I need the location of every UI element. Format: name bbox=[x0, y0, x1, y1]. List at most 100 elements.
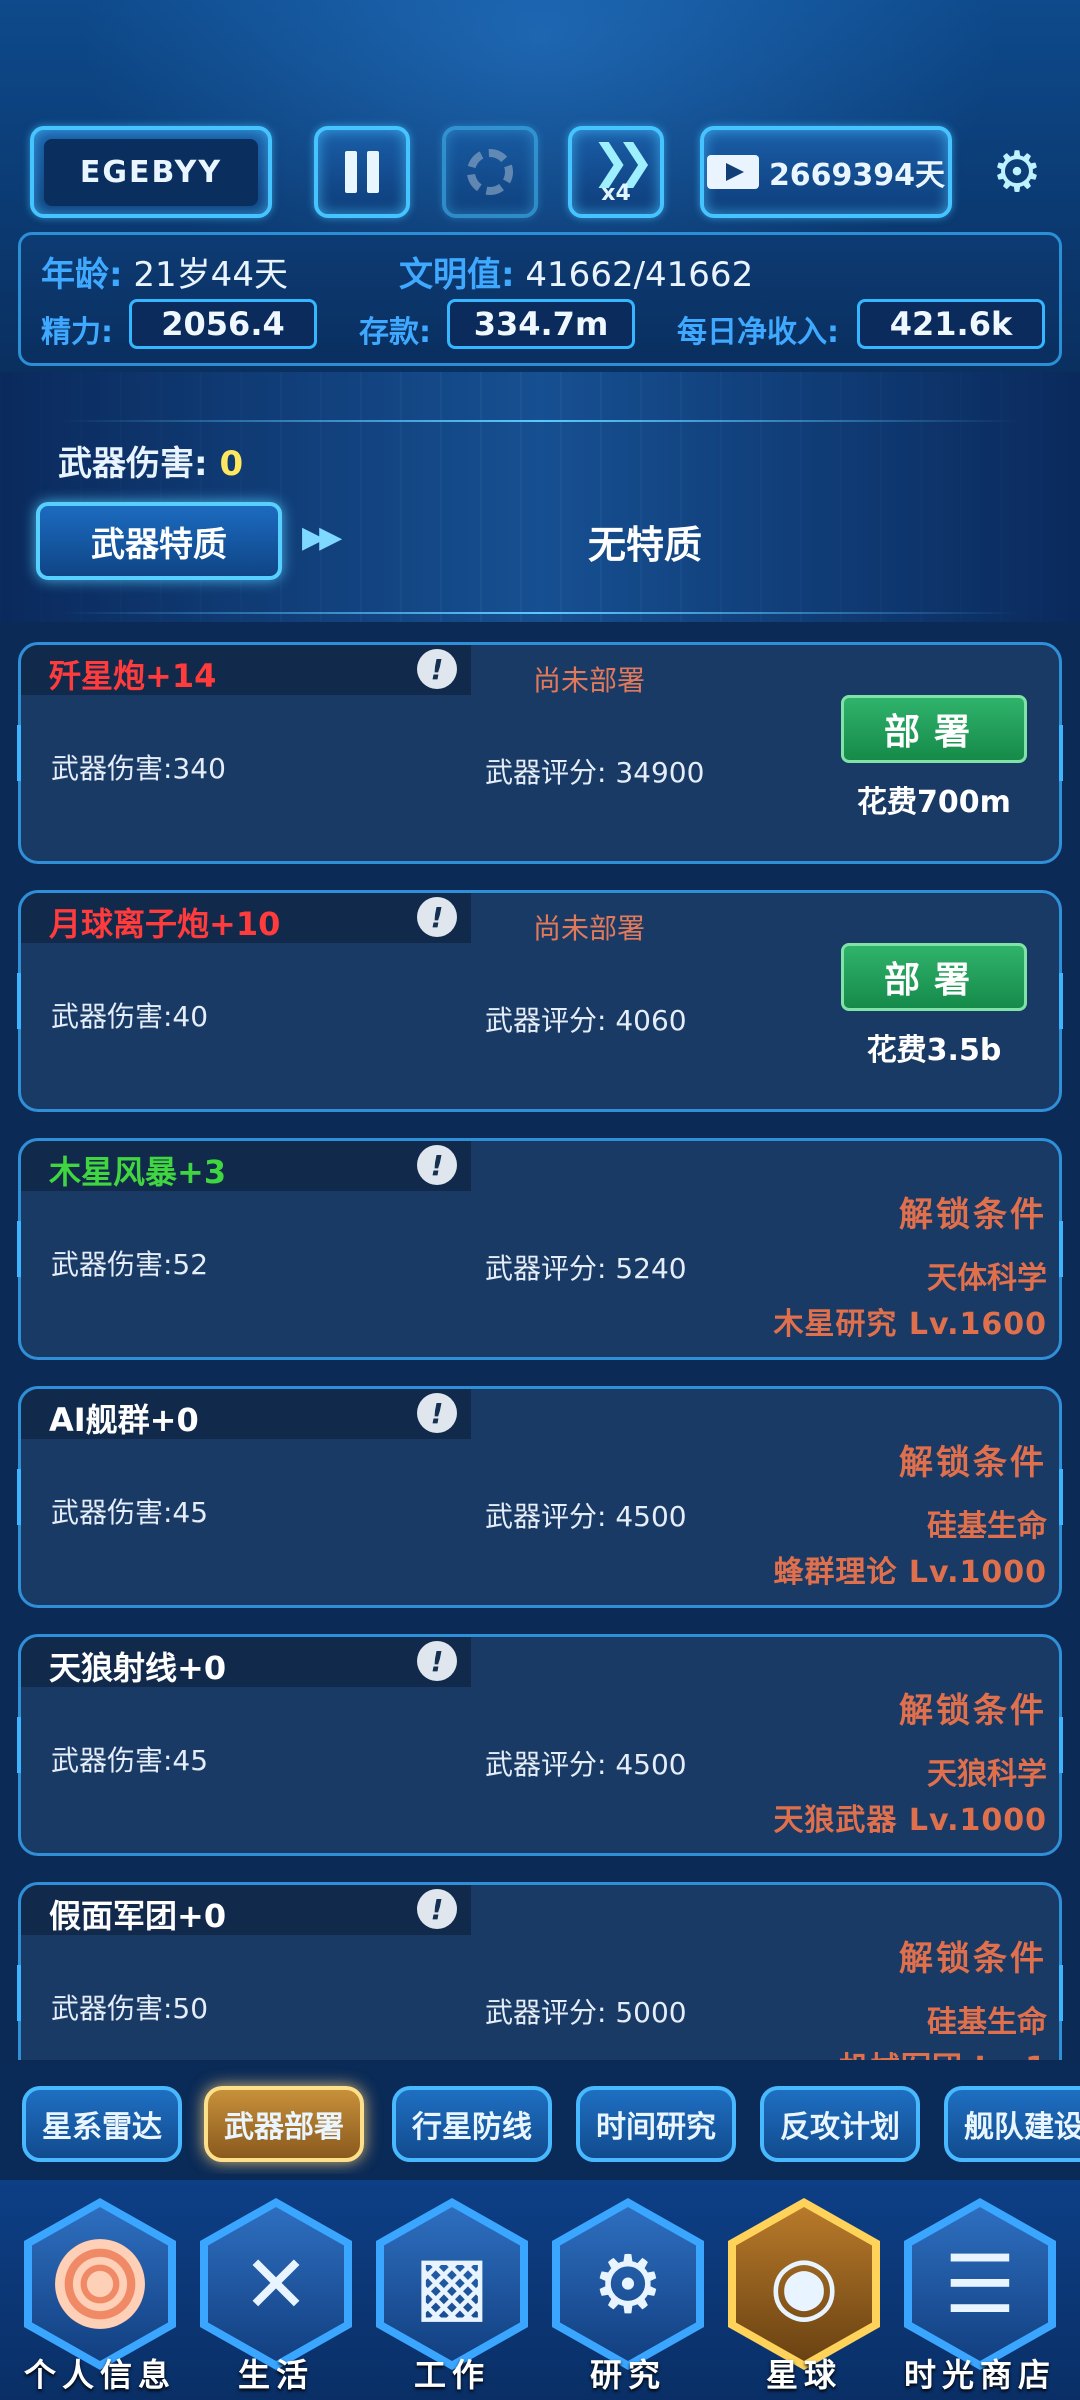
nav-time-shop[interactable]: ☰ 时光商店 bbox=[900, 2198, 1060, 2398]
unlock-requirement: 硅基生命 bbox=[927, 2005, 1047, 2040]
weapon-trait-tab[interactable]: 武器特质 bbox=[36, 502, 282, 580]
weapon-damage: 武器伤害:50 bbox=[51, 1992, 209, 2025]
weapon-list[interactable]: 歼星炮+14 ! 尚未部署 武器伤害:340 武器评分: 34900 部署 花费… bbox=[0, 640, 1080, 2060]
info-icon[interactable]: ! bbox=[417, 1889, 457, 1929]
speed-multiplier: x4 bbox=[601, 181, 631, 206]
weapon-card: 歼星炮+14 ! 尚未部署 武器伤害:340 武器评分: 34900 部署 花费… bbox=[17, 642, 1063, 864]
nav-label: 生活 bbox=[237, 2356, 314, 2394]
speed-button[interactable]: ❯❯ x4 bbox=[568, 126, 664, 218]
bottom-navigation: 个人信息 ✕ 生活 ▩ 工作 ⚙ 研究 ◉ 星球 ☰ 时光商店 bbox=[0, 2180, 1080, 2400]
income-label: 每日净收入: bbox=[677, 315, 839, 350]
age-label: 年龄: bbox=[41, 255, 123, 295]
weapon-score: 武器评分: 4500 bbox=[485, 1748, 687, 1781]
info-icon[interactable]: ! bbox=[417, 649, 457, 689]
auto-button[interactable] bbox=[442, 126, 538, 218]
weapon-banner bbox=[0, 372, 1080, 622]
top-toolbar: EGEBYY ❯❯ x4 2669394天 bbox=[0, 126, 1080, 222]
banner-divider bbox=[60, 420, 1020, 422]
pause-icon-bar bbox=[367, 151, 379, 193]
subtab-time-research[interactable]: 时间研究 bbox=[576, 2086, 736, 2162]
weapon-name: 假面军团+0 bbox=[49, 1897, 227, 1935]
video-days-button[interactable]: 2669394天 bbox=[700, 126, 952, 218]
unlock-title: 解锁条件 bbox=[899, 1939, 1047, 1979]
card-edge-tick bbox=[1059, 1717, 1063, 1773]
total-damage-value: 0 bbox=[219, 444, 244, 484]
deploy-button[interactable]: 部署 bbox=[841, 943, 1027, 1011]
fast-forward-icon: ❯❯ bbox=[591, 134, 654, 188]
subtab-galaxy-radar[interactable]: 星系雷达 bbox=[22, 2086, 182, 2162]
settings-gear-icon[interactable]: ⚙ bbox=[990, 145, 1044, 201]
total-damage: 武器伤害: 0 bbox=[58, 436, 243, 485]
subtab-planet-defense[interactable]: 行星防线 bbox=[392, 2086, 552, 2162]
unlock-requirement: 天体科学 bbox=[927, 1261, 1047, 1296]
fingerprint-icon bbox=[55, 2239, 145, 2329]
weapon-score: 武器评分: 34900 bbox=[485, 756, 705, 789]
nav-life[interactable]: ✕ 生活 bbox=[196, 2198, 356, 2398]
card-edge-tick bbox=[1059, 725, 1063, 781]
card-edge-tick bbox=[17, 1221, 21, 1277]
civ-stat: 文明值: 41662/41662 bbox=[399, 247, 753, 296]
info-icon[interactable]: ! bbox=[417, 897, 457, 937]
energy-label: 精力: bbox=[41, 315, 113, 350]
card-edge-tick bbox=[1059, 1965, 1063, 2021]
nav-label: 个人信息 bbox=[23, 2356, 176, 2394]
income-value: 421.6k bbox=[857, 299, 1045, 349]
nav-research[interactable]: ⚙ 研究 bbox=[548, 2198, 708, 2398]
age-stat: 年龄: 21岁44天 bbox=[41, 247, 288, 296]
weapon-score: 武器评分: 4500 bbox=[485, 1500, 687, 1533]
nav-personal-info[interactable]: 个人信息 bbox=[20, 2198, 180, 2398]
nav-label: 研究 bbox=[589, 2356, 666, 2394]
weapon-card: 假面军团+0 ! 武器伤害:50 武器评分: 5000 解锁条件 硅基生命 机械… bbox=[17, 1882, 1063, 2060]
double-arrow-icon: ▶▶ bbox=[302, 520, 342, 555]
nav-label: 工作 bbox=[413, 2356, 490, 2394]
deploy-cost: 花费3.5b bbox=[866, 1033, 1002, 1068]
banner-divider bbox=[60, 612, 1020, 614]
planet-subtab-bar: 星系雷达 武器部署 行星防线 时间研究 反攻计划 舰队建设 bbox=[0, 2064, 1080, 2174]
nav-work[interactable]: ▩ 工作 bbox=[372, 2198, 532, 2398]
trait-value: 无特质 bbox=[587, 523, 702, 567]
weapon-damage: 武器伤害:40 bbox=[51, 1000, 209, 1033]
stats-panel: 年龄: 21岁44天 文明值: 41662/41662 精力: 2056.4 存… bbox=[18, 232, 1062, 366]
weapon-card: 木星风暴+3 ! 武器伤害:52 武器评分: 5240 解锁条件 天体科学 木星… bbox=[17, 1138, 1063, 1360]
weapon-name: 月球离子炮+10 bbox=[49, 905, 281, 943]
age-value: 21岁44天 bbox=[133, 255, 288, 295]
civ-value: 41662/41662 bbox=[525, 255, 754, 295]
civ-label: 文明值: bbox=[399, 255, 515, 295]
video-play-icon bbox=[706, 155, 759, 189]
card-edge-tick bbox=[17, 1965, 21, 2021]
card-edge-tick bbox=[1059, 1469, 1063, 1525]
savings-label: 存款: bbox=[359, 315, 431, 350]
info-icon[interactable]: ! bbox=[417, 1641, 457, 1681]
nav-label: 时光商店 bbox=[903, 2356, 1056, 2394]
player-name-button[interactable]: EGEBYY bbox=[30, 126, 272, 218]
nav-planet[interactable]: ◉ 星球 bbox=[724, 2198, 884, 2398]
weapon-damage: 武器伤害:52 bbox=[51, 1248, 209, 1281]
unlock-level: 机械军团 Lv.1 bbox=[839, 2043, 1047, 2060]
weapon-name: 歼星炮+14 bbox=[49, 657, 217, 695]
unlock-title: 解锁条件 bbox=[899, 1691, 1047, 1731]
weapon-name: 木星风暴+3 bbox=[49, 1153, 227, 1191]
info-icon[interactable]: ! bbox=[417, 1393, 457, 1433]
weapon-card: 月球离子炮+10 ! 尚未部署 武器伤害:40 武器评分: 4060 部署 花费… bbox=[17, 890, 1063, 1112]
pause-button[interactable] bbox=[314, 126, 410, 218]
weapon-score: 武器评分: 4060 bbox=[485, 1004, 687, 1037]
unlock-level: 天狼武器 Lv.1000 bbox=[773, 1803, 1047, 1838]
unlock-title: 解锁条件 bbox=[899, 1195, 1047, 1235]
weapon-damage: 武器伤害:340 bbox=[51, 752, 226, 785]
unlock-requirement: 天狼科学 bbox=[927, 1757, 1047, 1792]
subtab-weapon-deploy[interactable]: 武器部署 bbox=[204, 2086, 364, 2162]
deploy-button[interactable]: 部署 bbox=[841, 695, 1027, 763]
pause-icon bbox=[345, 151, 357, 193]
total-damage-label: 武器伤害: bbox=[58, 444, 208, 484]
days-counter: 2669394天 bbox=[768, 158, 946, 193]
energy-value: 2056.4 bbox=[129, 299, 317, 349]
weapon-card: AI舰群+0 ! 武器伤害:45 武器评分: 4500 解锁条件 硅基生命 蜂群… bbox=[17, 1386, 1063, 1608]
info-icon[interactable]: ! bbox=[417, 1145, 457, 1185]
subtab-fleet-build[interactable]: 舰队建设 bbox=[944, 2086, 1080, 2162]
player-name: EGEBYY bbox=[43, 138, 259, 206]
weapon-card: 天狼射线+0 ! 武器伤害:45 武器评分: 4500 解锁条件 天狼科学 天狼… bbox=[17, 1634, 1063, 1856]
subtab-counterattack[interactable]: 反攻计划 bbox=[760, 2086, 920, 2162]
card-edge-tick bbox=[1059, 1221, 1063, 1277]
nav-label: 星球 bbox=[765, 2356, 842, 2394]
unlock-title: 解锁条件 bbox=[899, 1443, 1047, 1483]
